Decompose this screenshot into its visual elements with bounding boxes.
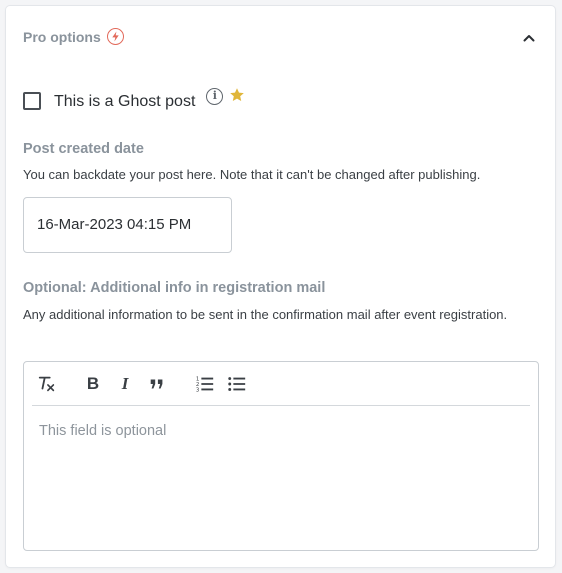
bullet-list-icon[interactable]: [226, 373, 248, 395]
pro-options-panel: Pro options This is a Ghost post i Post …: [6, 6, 555, 567]
registration-mail-editor: B I 1 2 3 This field is optional: [23, 361, 539, 551]
blockquote-icon[interactable]: [146, 373, 168, 395]
panel-title: Pro options: [23, 28, 101, 45]
info-icon[interactable]: i: [206, 88, 224, 105]
editor-text-area[interactable]: This field is optional: [39, 423, 526, 439]
editor-toolbar: B I 1 2 3: [32, 362, 530, 406]
svg-text:3: 3: [196, 387, 200, 393]
chevron-up-icon[interactable]: [521, 30, 537, 46]
registration-mail-title: Optional: Additional info in registratio…: [23, 280, 326, 296]
ordered-list-icon[interactable]: 1 2 3: [194, 373, 216, 395]
ghost-post-checkbox[interactable]: [23, 92, 41, 110]
registration-mail-description: Any additional information to be sent in…: [23, 307, 508, 322]
post-date-title: Post created date: [23, 141, 144, 157]
italic-icon[interactable]: I: [114, 373, 136, 395]
post-date-input[interactable]: 16-Mar-2023 04:15 PM: [23, 197, 232, 253]
bolt-icon: [106, 28, 124, 45]
ghost-post-label[interactable]: This is a Ghost post: [54, 93, 195, 111]
clear-formatting-icon[interactable]: [36, 373, 58, 395]
ghost-post-row: This is a Ghost post i: [23, 86, 245, 111]
panel-header: Pro options: [23, 28, 124, 45]
bold-icon[interactable]: B: [82, 373, 104, 395]
post-date-description: You can backdate your post here. Note th…: [23, 167, 481, 182]
star-icon: [229, 87, 245, 103]
